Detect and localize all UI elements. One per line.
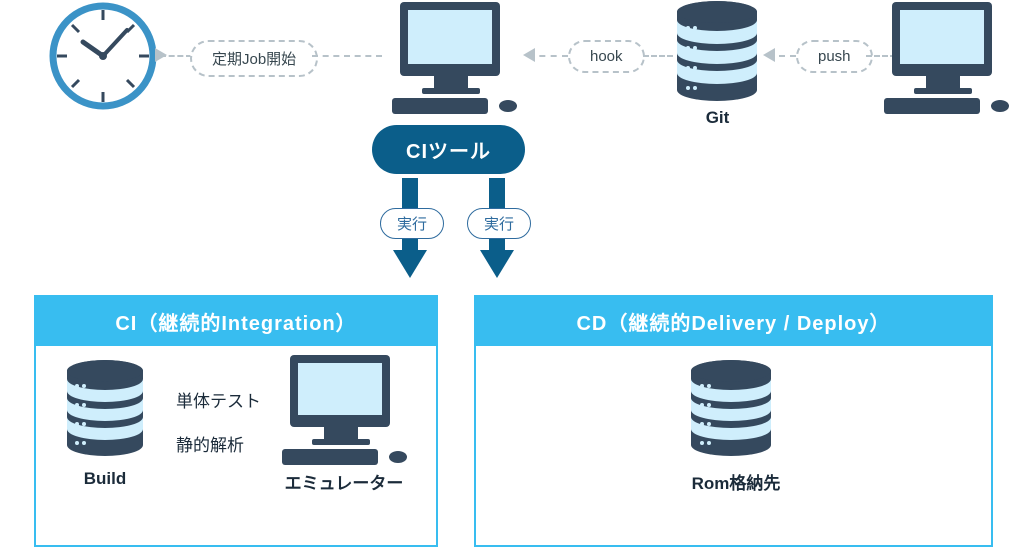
push-pill: push [796, 40, 873, 73]
hook-pill: hook [568, 40, 645, 73]
ci-panel: CI（継続的Integration） Build 単体テスト 静的解析 [34, 295, 438, 547]
arrow-left-icon [523, 48, 535, 62]
build-label: Build [60, 469, 150, 489]
database-build-icon [60, 359, 150, 465]
ci-panel-title: CI（継続的Integration） [36, 297, 436, 346]
connector-line [643, 55, 673, 57]
connector-line [312, 55, 382, 57]
database-rom-icon [684, 359, 779, 465]
computer-ci-icon [388, 0, 528, 120]
git-label: Git [670, 108, 765, 128]
database-git-icon [670, 0, 765, 110]
unit-test-label: 単体テスト [176, 387, 261, 412]
ci-tool-badge: CIツール [372, 125, 525, 174]
rom-target-label: Rom格納先 [656, 469, 816, 494]
emulator-label: エミュレーター [264, 469, 424, 494]
cd-panel-title: CD（継続的Delivery / Deploy） [476, 297, 991, 346]
arrow-right-icon [155, 48, 167, 62]
scheduled-job-pill: 定期Job開始 [190, 40, 318, 77]
diagram-root: 定期Job開始 CIツール hook Git [0, 0, 1024, 560]
clock-icon [47, 0, 167, 120]
computer-dev-icon [880, 0, 1020, 120]
computer-emulator-icon [278, 353, 418, 471]
static-analysis-label: 静的解析 [176, 431, 244, 456]
run-left-pill: 実行 [380, 208, 444, 239]
run-right-pill: 実行 [467, 208, 531, 239]
cd-panel: CD（継続的Delivery / Deploy） Rom格納先 [474, 295, 993, 547]
arrow-left-icon [763, 48, 775, 62]
